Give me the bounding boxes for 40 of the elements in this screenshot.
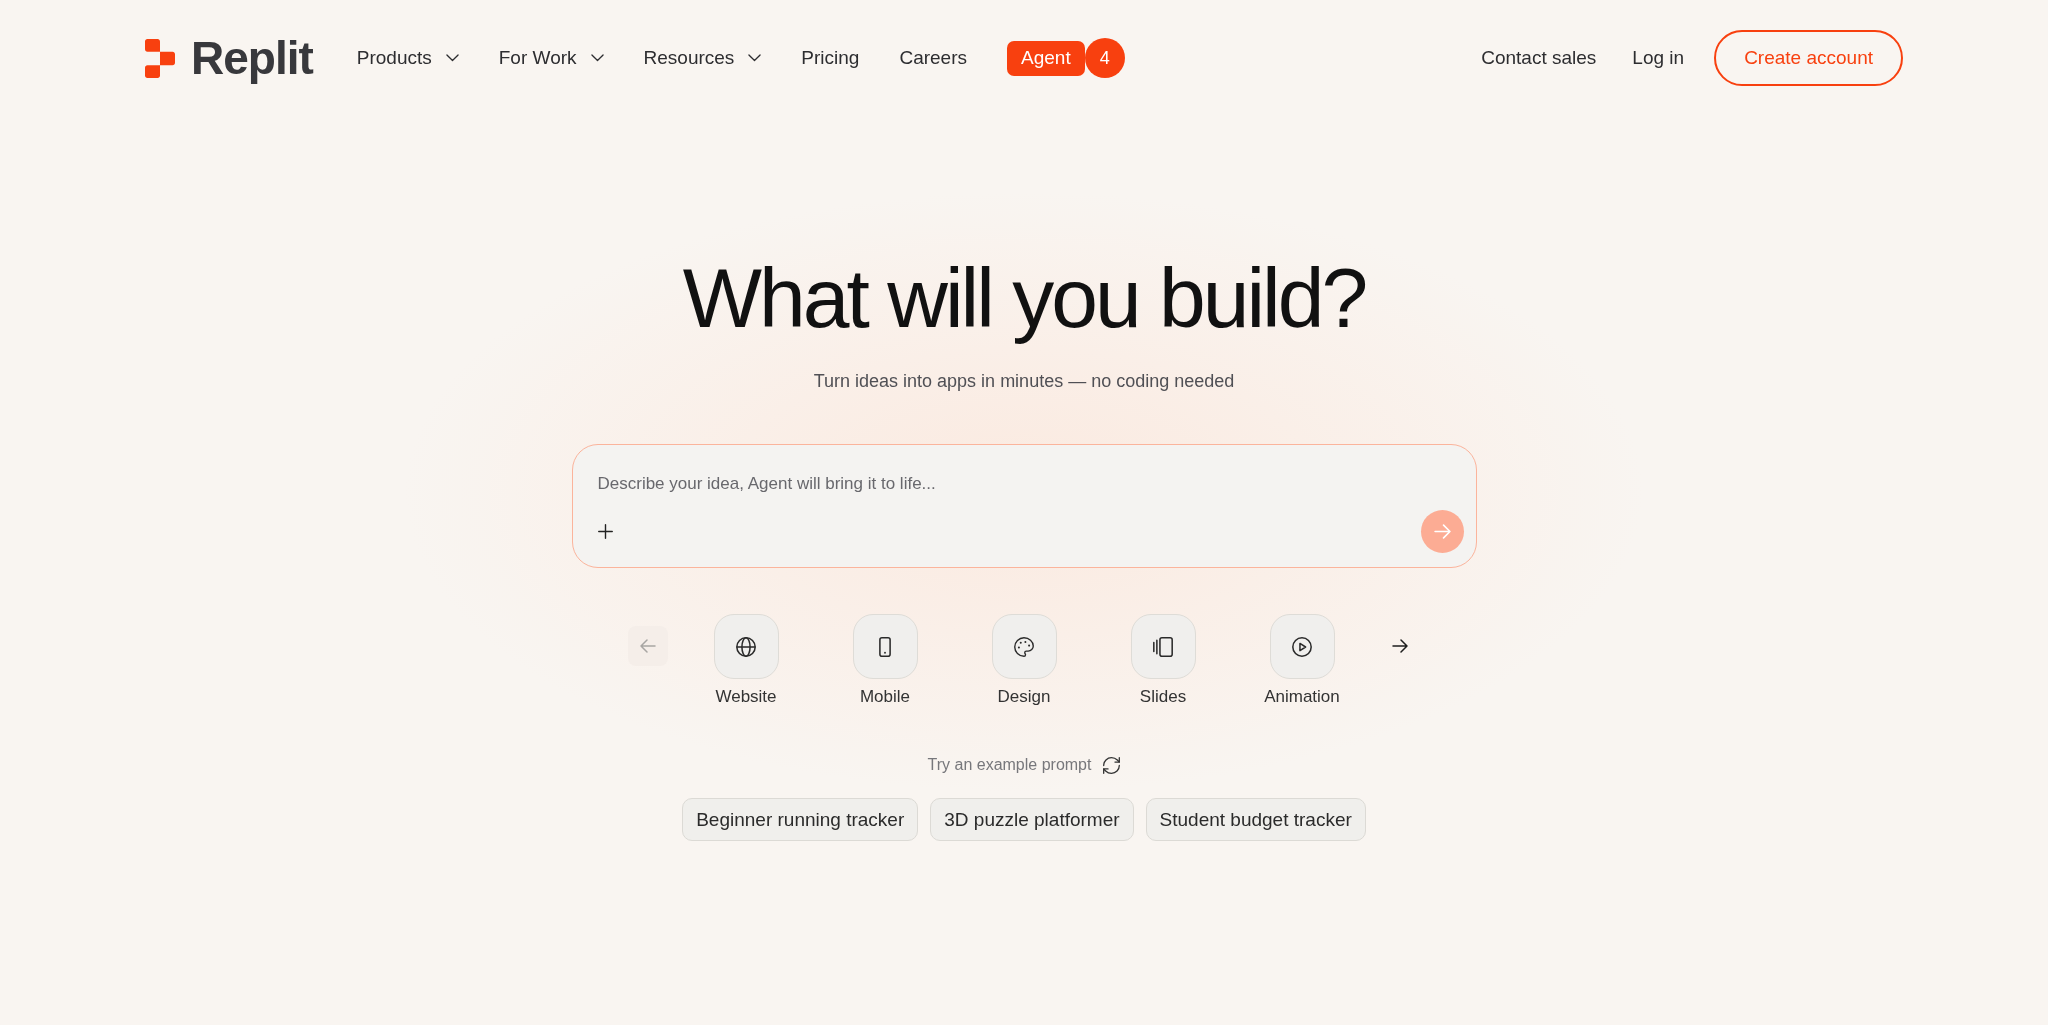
header-link[interactable]: Log in	[1632, 46, 1685, 70]
chevron-down-icon	[748, 54, 762, 62]
example-prompt-label: Try an example prompt	[927, 755, 1092, 775]
example-prompt-chip[interactable]: 3D puzzle platformer	[930, 798, 1134, 841]
chevron-down-icon	[590, 54, 604, 62]
logo-icon	[145, 38, 175, 78]
category-label: Design	[997, 686, 1051, 708]
prompt-input[interactable]: Describe your idea, Agent will bring it to life...	[591, 472, 1464, 498]
globe-icon	[736, 636, 756, 657]
category-button[interactable]	[1130, 614, 1196, 679]
phone-icon	[879, 636, 891, 657]
logo-wordmark[interactable]: Replit	[191, 33, 313, 83]
agent-link[interactable]: Agent	[1007, 40, 1085, 76]
slides-icon	[1153, 636, 1173, 657]
plus-icon	[598, 524, 613, 539]
category-label: Website	[715, 686, 777, 708]
category-button[interactable]	[713, 614, 779, 679]
hero-subtitle: Turn ideas into apps in minutes — no coding needed	[813, 370, 1235, 393]
nav-menu-button[interactable]: Products	[356, 46, 459, 70]
category-label: Mobile	[859, 686, 911, 708]
category-label: Animation	[1264, 686, 1340, 708]
nav-menu-button[interactable]: Resources	[643, 46, 762, 70]
palette-icon	[1014, 636, 1034, 657]
example-prompt-chip[interactable]: Student budget tracker	[1145, 798, 1366, 841]
refresh-button[interactable]	[1102, 756, 1121, 774]
nav-link[interactable]: Careers	[899, 46, 967, 70]
header-link[interactable]: Contact sales	[1481, 46, 1597, 70]
chevron-down-icon	[445, 54, 459, 62]
category-button[interactable]	[1269, 614, 1335, 679]
arrow-left-icon	[640, 639, 656, 653]
arrow-right-icon	[1392, 639, 1408, 653]
category-label: Slides	[1139, 686, 1187, 708]
nav-link[interactable]: Pricing	[801, 46, 860, 70]
category-button[interactable]	[852, 614, 918, 679]
play-icon	[1292, 636, 1312, 657]
refresh-icon	[1102, 756, 1120, 774]
nav-menu-button[interactable]: For Work	[498, 46, 604, 70]
arrow-right-icon	[1433, 524, 1451, 539]
example-prompt-chip[interactable]: Beginner running tracker	[682, 798, 919, 841]
count-badge: 4	[1084, 38, 1125, 78]
